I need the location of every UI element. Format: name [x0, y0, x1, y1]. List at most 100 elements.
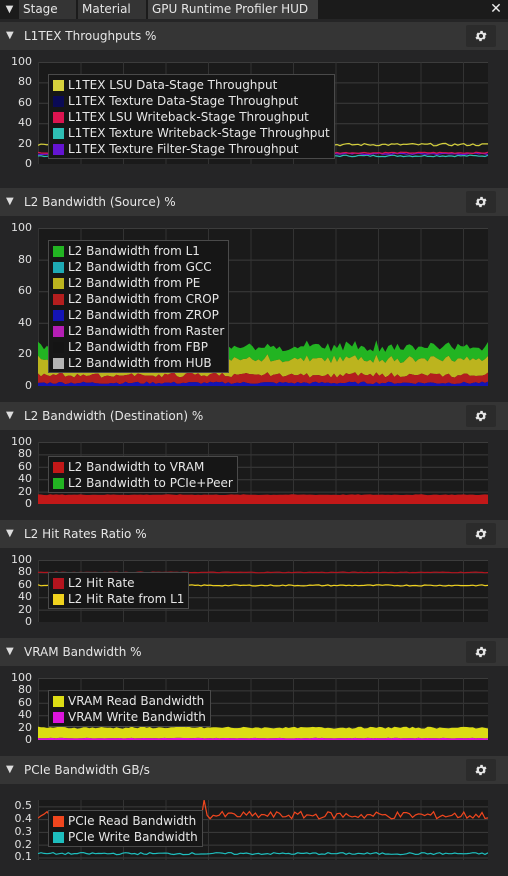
legend-label: L2 Hit Rate	[68, 576, 135, 590]
legend-item[interactable]: L2 Bandwidth from Raster	[53, 323, 224, 339]
gear-icon[interactable]	[466, 25, 496, 47]
legend-swatch	[53, 293, 64, 305]
legend-swatch	[53, 111, 64, 123]
legend-item[interactable]: PCIe Write Bandwidth	[53, 829, 198, 845]
panel-title: VRAM Bandwidth %	[24, 645, 142, 659]
y-tick-label: 40	[18, 315, 32, 329]
tab-label: GPU Runtime Profiler HUD	[152, 2, 309, 16]
legend-item[interactable]: L2 Hit Rate	[53, 575, 184, 591]
tab-menu-icon[interactable]: ▼	[0, 0, 19, 19]
legend-swatch	[53, 127, 64, 139]
chart-legend: L2 Hit Rate L2 Hit Rate from L1	[48, 572, 190, 609]
legend-item[interactable]: L2 Bandwidth from FBP	[53, 339, 224, 355]
legend-item[interactable]: L1TEX Texture Writeback-Stage Throughput	[53, 125, 330, 141]
tab-gpu-runtime-profiler-hud[interactable]: GPU Runtime Profiler HUD	[148, 0, 318, 19]
legend-item[interactable]: L2 Hit Rate from L1	[53, 591, 184, 607]
gear-icon[interactable]	[466, 759, 496, 781]
y-tick-label: 0.5	[14, 799, 33, 813]
y-tick-label: 20	[18, 347, 32, 361]
y-tick-label: 100	[11, 435, 32, 448]
legend-label: L2 Hit Rate from L1	[68, 592, 185, 606]
chart-legend: VRAM Read Bandwidth VRAM Write Bandwidth	[48, 690, 211, 727]
chart-legend: L1TEX LSU Data-Stage Throughput L1TEX Tex…	[48, 74, 335, 159]
y-tick-label: 100	[11, 671, 32, 684]
y-tick-label: 0.1	[14, 850, 33, 864]
panel-title: L1TEX Throughputs %	[24, 29, 157, 43]
tab-stage[interactable]: Stage	[19, 0, 76, 19]
collapse-triangle-icon[interactable]: ▼	[6, 22, 14, 50]
panel-header-l2-source[interactable]: ▼ L2 Bandwidth (Source) %	[0, 188, 508, 216]
y-tick-label: 20	[18, 602, 32, 616]
collapse-triangle-icon[interactable]: ▼	[6, 520, 14, 548]
chart-legend: PCIe Read Bandwidth PCIe Write Bandwidth	[48, 810, 203, 847]
y-tick-label: 40	[18, 116, 32, 130]
legend-swatch	[53, 695, 64, 707]
legend-label: VRAM Write Bandwidth	[68, 710, 206, 724]
legend-item[interactable]: L1TEX LSU Data-Stage Throughput	[53, 77, 330, 93]
legend-swatch	[53, 815, 64, 827]
y-tick-label: 100	[11, 221, 32, 234]
y-tick-label: 80	[18, 447, 32, 461]
y-tick-label: 100	[11, 55, 32, 68]
gear-icon[interactable]	[466, 641, 496, 663]
y-tick-label: 0	[25, 497, 32, 510]
y-tick-label: 0.4	[14, 812, 33, 826]
legend-item[interactable]: L2 Bandwidth from GCC	[53, 259, 224, 275]
panel-header-l2-destination[interactable]: ▼ L2 Bandwidth (Destination) %	[0, 402, 508, 430]
panel-header-pcie-bandwidth[interactable]: ▼ PCIe Bandwidth GB/s	[0, 756, 508, 784]
legend-label: VRAM Read Bandwidth	[68, 694, 205, 708]
panel-header-l2-hit-rates[interactable]: ▼ L2 Hit Rates Ratio %	[0, 520, 508, 548]
legend-item[interactable]: L1TEX Texture Data-Stage Throughput	[53, 93, 330, 109]
collapse-triangle-icon[interactable]: ▼	[6, 638, 14, 666]
legend-swatch	[53, 143, 64, 155]
panel-title: L2 Bandwidth (Source) %	[24, 195, 176, 209]
y-tick-label: 40	[18, 472, 32, 486]
legend-label: L2 Bandwidth from HUB	[68, 356, 212, 370]
legend-swatch	[53, 577, 64, 589]
legend-label: L2 Bandwidth from GCC	[68, 260, 212, 274]
legend-swatch	[53, 261, 64, 273]
tab-bar: ▼ Stage Material GPU Runtime Profiler HU…	[0, 0, 508, 19]
legend-item[interactable]: L2 Bandwidth from PE	[53, 275, 224, 291]
collapse-triangle-icon[interactable]: ▼	[6, 188, 14, 216]
legend-swatch	[53, 477, 64, 489]
legend-item[interactable]: L2 Bandwidth to PCIe+Peer	[53, 475, 233, 491]
gear-icon[interactable]	[466, 523, 496, 545]
collapse-triangle-icon[interactable]: ▼	[6, 402, 14, 430]
legend-item[interactable]: L2 Bandwidth from HUB	[53, 355, 224, 371]
legend-item[interactable]: VRAM Read Bandwidth	[53, 693, 206, 709]
legend-item[interactable]: L2 Bandwidth from L1	[53, 243, 224, 259]
legend-label: L1TEX Texture Filter-Stage Throughput	[68, 142, 299, 156]
panel-header-vram-bandwidth[interactable]: ▼ VRAM Bandwidth %	[0, 638, 508, 666]
legend-label: L1TEX LSU Writeback-Stage Throughput	[68, 110, 309, 124]
legend-swatch	[53, 593, 64, 605]
legend-swatch	[53, 341, 64, 353]
y-tick-label: 60	[18, 459, 32, 473]
legend-item[interactable]: L1TEX LSU Writeback-Stage Throughput	[53, 109, 330, 125]
gear-icon[interactable]	[466, 191, 496, 213]
panel-title: PCIe Bandwidth GB/s	[24, 763, 150, 777]
collapse-triangle-icon[interactable]: ▼	[6, 756, 14, 784]
chart-legend: L2 Bandwidth from L1 L2 Bandwidth from GC…	[48, 240, 230, 373]
y-tick-label: 20	[18, 484, 32, 498]
y-tick-label: 20	[18, 136, 32, 150]
series-area	[38, 494, 488, 504]
legend-item[interactable]: PCIe Read Bandwidth	[53, 813, 198, 829]
y-tick-label: 80	[18, 75, 32, 89]
y-tick-label: 0	[25, 379, 32, 392]
legend-swatch	[53, 245, 64, 257]
legend-item[interactable]: L2 Bandwidth from CROP	[53, 291, 224, 307]
legend-label: L2 Bandwidth from ZROP	[68, 308, 219, 322]
legend-item[interactable]: L1TEX Texture Filter-Stage Throughput	[53, 141, 330, 157]
legend-item[interactable]: VRAM Write Bandwidth	[53, 709, 206, 725]
close-icon[interactable]: ✕	[488, 0, 504, 19]
y-tick-label: 0.2	[14, 837, 33, 851]
panel-header-l1tex[interactable]: ▼ L1TEX Throughputs %	[0, 22, 508, 50]
y-tick-label: 60	[18, 284, 32, 298]
legend-item[interactable]: L2 Bandwidth from ZROP	[53, 307, 224, 323]
tab-material[interactable]: Material	[78, 0, 146, 19]
y-tick-label: 0	[25, 615, 32, 628]
gear-icon[interactable]	[466, 405, 496, 427]
legend-item[interactable]: L2 Bandwidth to VRAM	[53, 459, 233, 475]
legend-label: L2 Bandwidth from PE	[68, 276, 201, 290]
